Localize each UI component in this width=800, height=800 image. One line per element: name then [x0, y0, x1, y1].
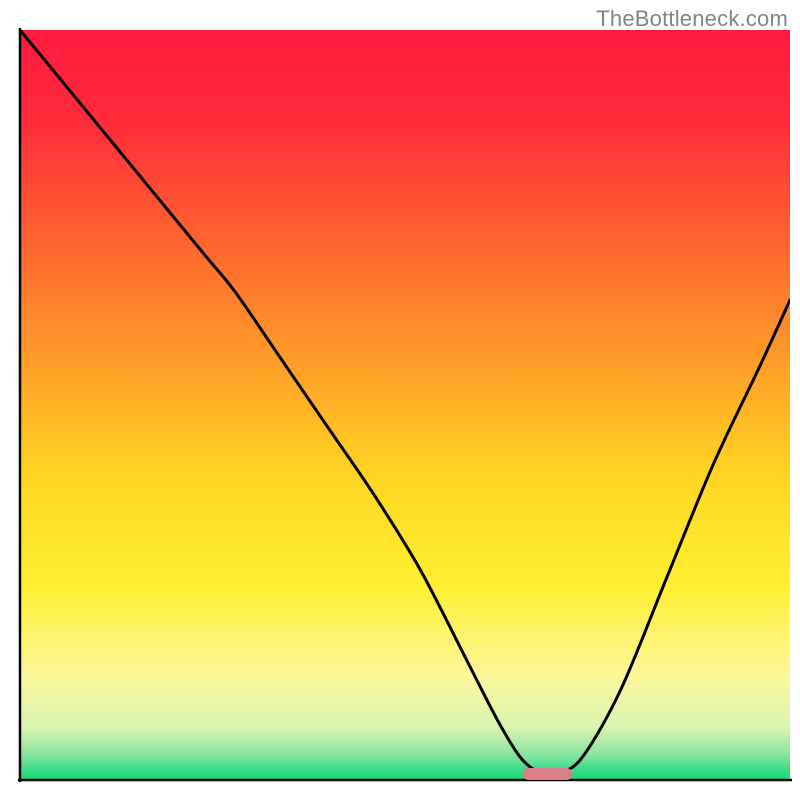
gradient-background	[20, 30, 790, 780]
chart-container: TheBottleneck.com	[0, 0, 800, 800]
chart-svg	[0, 0, 800, 800]
optimal-marker	[522, 768, 572, 780]
